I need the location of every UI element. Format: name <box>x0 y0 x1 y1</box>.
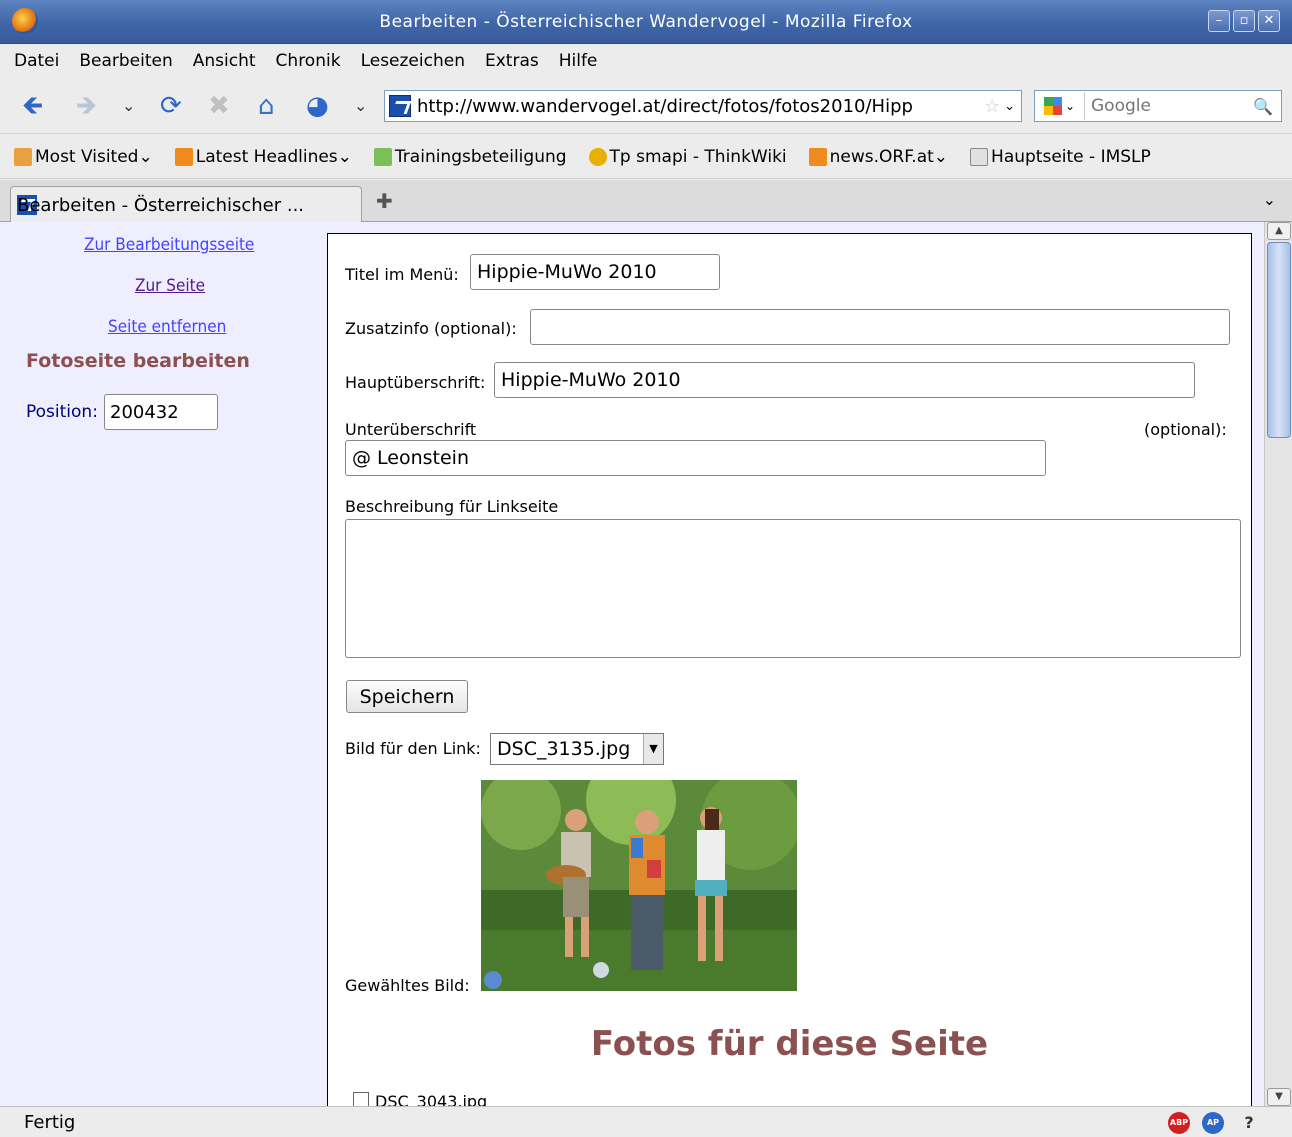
search-engine-selector[interactable]: ⌄ <box>1035 92 1085 120</box>
maximize-button[interactable]: ▫ <box>1233 10 1255 32</box>
title-label: Titel im Menü: <box>345 265 459 284</box>
photo-forest-group <box>481 780 797 991</box>
photos-heading: Fotos für diese Seite <box>590 1024 989 1064</box>
subheading-input[interactable] <box>345 440 1046 476</box>
navigation-toolbar: 🡸 🡺 ⌄ ⟳ ✖ ⌂ ◕ ⌄ http://www.wandervogel.a… <box>0 78 1292 134</box>
menu-hilfe[interactable]: Hilfe <box>559 51 598 71</box>
photo-checkbox[interactable] <box>353 1092 369 1106</box>
dropdown-arrow-icon: ▼ <box>643 734 663 764</box>
addon-status-icon[interactable]: AP <box>1202 1112 1224 1134</box>
url-text[interactable]: http://www.wandervogel.at/direct/fotos/f… <box>417 96 984 117</box>
image-select-value: DSC_3135.jpg <box>497 738 631 760</box>
menu-bar: Datei Bearbeiten Ansicht Chronik Lesezei… <box>0 44 1292 78</box>
bookmark-news-orf[interactable]: news.ORF.at ⌄ <box>808 147 948 167</box>
imslp-icon <box>970 147 989 166</box>
title-input[interactable] <box>470 254 720 290</box>
link-zur-seite[interactable]: Zur Seite <box>135 276 205 296</box>
tab-label: Bearbeiten - Österreichischer ... <box>17 194 305 216</box>
menu-extras[interactable]: Extras <box>485 51 539 71</box>
heading-label: Hauptüberschrift: <box>345 373 486 392</box>
image-select-label: Bild für den Link: <box>345 739 481 758</box>
scroll-up-icon[interactable]: ▲ <box>1267 222 1291 240</box>
heading-input[interactable] <box>494 362 1195 398</box>
new-tab-icon[interactable]: ✚ <box>376 189 393 213</box>
bookmarks-toolbar: Most Visited ⌄ Latest Headlines ⌄ Training… <box>0 135 1292 179</box>
forward-icon[interactable]: 🡺 <box>76 92 97 120</box>
menu-chronik[interactable]: Chronik <box>276 51 341 71</box>
close-button[interactable]: ✕ <box>1258 10 1280 32</box>
link-seite-entfernen[interactable]: Seite entfernen <box>108 317 226 337</box>
thinkwiki-icon <box>588 147 607 166</box>
folder-icon <box>14 147 32 166</box>
description-textarea[interactable] <box>345 519 1241 658</box>
status-text: Fertig <box>24 1112 76 1133</box>
search-icon[interactable]: 🔍 <box>1253 97 1273 116</box>
tab-bar: Bearbeiten - Österreichischer ... ✚ ⌄ <box>0 180 1292 223</box>
position-label: Position: <box>26 402 98 422</box>
extra-input[interactable] <box>530 309 1230 345</box>
subheading-optional-label: (optional): <box>1144 420 1227 439</box>
stop-icon[interactable]: ✖ <box>208 92 230 120</box>
window-titlebar: Bearbeiten - Österreichischer Wandervoge… <box>0 0 1292 44</box>
history-dropdown-icon[interactable]: ⌄ <box>122 92 135 120</box>
search-bar[interactable]: ⌄ 🔍 <box>1034 90 1282 122</box>
description-label: Beschreibung für Linkseite <box>345 497 559 516</box>
menu-lesezeichen[interactable]: Lesezeichen <box>361 51 465 71</box>
subheading-label: Unterüberschrift <box>345 420 477 439</box>
search-input[interactable] <box>1085 96 1254 116</box>
photo-filename: DSC_3043.jpg <box>375 1092 488 1106</box>
window-title: Bearbeiten - Österreichischer Wandervoge… <box>379 12 913 32</box>
scroll-down-icon[interactable]: ▼ <box>1267 1088 1291 1106</box>
bookmark-tp-smapi[interactable]: Tp smapi - ThinkWiki <box>588 147 787 167</box>
vertical-scrollbar[interactable]: ▲ ▼ <box>1264 222 1292 1106</box>
tab-list-icon[interactable]: ⌄ <box>1263 190 1276 209</box>
bookmark-most-visited[interactable]: Most Visited ⌄ <box>14 147 153 167</box>
minimize-button[interactable]: – <box>1208 10 1230 32</box>
menu-datei[interactable]: Datei <box>14 51 59 71</box>
link-zur-bearbeitungsseite[interactable]: Zur Bearbeitungsseite <box>84 235 254 255</box>
reload-icon[interactable]: ⟳ <box>160 92 182 120</box>
help-icon[interactable]: ? <box>1238 1112 1260 1134</box>
spreadsheet-icon <box>373 147 392 166</box>
image-select[interactable]: DSC_3135.jpg ▼ <box>490 733 664 765</box>
bookmark-latest-headlines[interactable]: Latest Headlines ⌄ <box>174 147 352 167</box>
addon-icon[interactable]: ◕ <box>306 92 329 120</box>
tab-bearbeiten[interactable]: Bearbeiten - Österreichischer ... <box>10 186 362 223</box>
position-input[interactable] <box>104 394 218 430</box>
bookmark-trainingsbeteiligung[interactable]: Trainingsbeteiligung <box>373 147 567 167</box>
adblock-plus-icon[interactable]: ABP <box>1168 1112 1190 1134</box>
home-icon[interactable]: ⌂ <box>258 92 275 120</box>
url-bar[interactable]: http://www.wandervogel.at/direct/fotos/f… <box>384 90 1022 122</box>
site-favicon-icon <box>389 95 411 117</box>
bookmark-imslp[interactable]: Hauptseite - IMSLP <box>970 147 1151 167</box>
chosen-image-photo <box>481 780 797 991</box>
rss-icon <box>808 147 827 166</box>
page-content: Zur Bearbeitungsseite Zur Seite Seite en… <box>0 222 1264 1106</box>
menu-ansicht[interactable]: Ansicht <box>193 51 256 71</box>
url-dropdown-icon[interactable]: ⌄ <box>1004 99 1015 114</box>
save-button[interactable]: Speichern <box>346 680 468 713</box>
rss-icon <box>174 147 193 166</box>
status-bar: Fertig ABP AP ? <box>0 1106 1292 1137</box>
edit-form: Titel im Menü: Zusatzinfo (optional): Ha… <box>327 233 1252 1106</box>
chosen-image-label: Gewähltes Bild: <box>345 976 470 995</box>
sidebar-heading: Fotoseite bearbeiten <box>26 350 250 372</box>
bookmark-star-icon[interactable]: ☆ <box>984 96 1000 117</box>
scrollbar-thumb[interactable] <box>1267 242 1291 438</box>
addon-dropdown-icon[interactable]: ⌄ <box>354 92 367 120</box>
extra-label: Zusatzinfo (optional): <box>345 319 517 338</box>
google-icon <box>1043 97 1062 115</box>
back-icon[interactable]: 🡸 <box>22 92 43 120</box>
menu-bearbeiten[interactable]: Bearbeiten <box>79 51 172 71</box>
